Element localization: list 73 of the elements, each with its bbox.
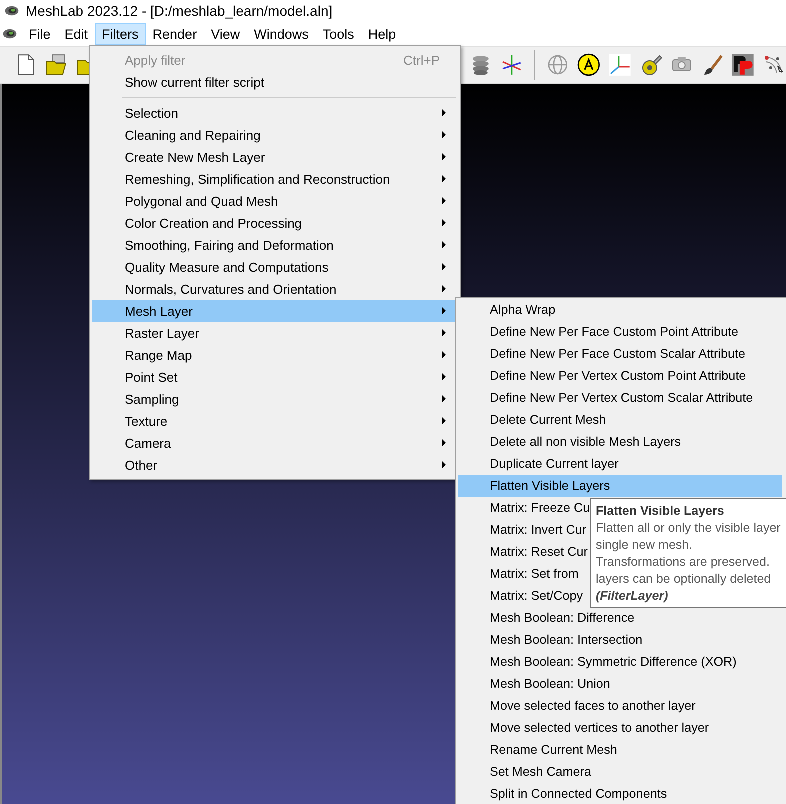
tooltip-text: layers can be optionally deleted (596, 571, 772, 588)
menu-bar-item[interactable]: Edit (58, 23, 96, 45)
menu-bar-item[interactable]: Filters (95, 23, 146, 45)
menu-item[interactable]: Mesh Boolean: Symmetric Difference (XOR) (458, 651, 782, 673)
submenu-arrow-icon (442, 153, 446, 161)
submenu-arrow-icon (442, 109, 446, 117)
submenu-arrow-icon (442, 417, 446, 425)
tooltip-footer: (FilterLayer) (596, 588, 786, 605)
menu-item[interactable]: Selection (92, 102, 458, 124)
circle-icon[interactable] (577, 53, 602, 77)
axes-icon[interactable] (608, 53, 632, 77)
menu-item[interactable]: Quality Measure and Computations (92, 256, 458, 278)
menu-item[interactable]: Mesh Boolean: Difference (458, 607, 782, 629)
submenu-arrow-icon (442, 219, 446, 227)
menu-item[interactable]: Other (92, 454, 458, 476)
menu-item[interactable]: Remeshing, Simplification and Reconstruction (92, 168, 458, 190)
menu-item[interactable]: Raster Layer (92, 322, 458, 344)
menu-item[interactable]: Define New Per Face Custom Point Attribute (458, 321, 782, 343)
menu-item[interactable]: Move selected vertices to another layer (458, 717, 782, 739)
menu-bar-item[interactable]: Render (146, 23, 204, 45)
menu-item[interactable]: Sampling (92, 388, 458, 410)
menu-item[interactable]: Define New Per Face Custom Scalar Attribute (458, 343, 782, 365)
submenu-arrow-icon (442, 197, 446, 205)
folder-stack-icon[interactable] (44, 53, 69, 77)
submenu-arrow-icon (442, 439, 446, 447)
menu-bar-item[interactable]: File (22, 23, 58, 45)
menu-item[interactable]: Texture (92, 410, 458, 432)
menu-item[interactable]: Color Creation and Processing (92, 212, 458, 234)
menu-item[interactable]: Show current filter script (92, 71, 458, 93)
menu-bar-item[interactable]: Windows (247, 23, 316, 45)
submenu-arrow-icon (442, 285, 446, 293)
tooltip-text: Transformations are preserved. (596, 554, 771, 571)
submenu-arrow-icon (442, 263, 446, 271)
menu-bar-item[interactable]: Help (361, 23, 404, 45)
tooltip-text: Flatten all or only the visible layer (596, 520, 782, 537)
submenu-arrow-icon (442, 307, 446, 315)
menu-item[interactable]: Split in Connected Components (458, 783, 782, 804)
submenu-arrow-icon (442, 373, 446, 381)
menu-item[interactable]: Smoothing, Fairing and Deformation (92, 234, 458, 256)
tooltip-title: Flatten Visible Layers (596, 503, 726, 520)
menu-item[interactable]: Rename Current Mesh (458, 739, 782, 761)
menu-item[interactable]: Camera (92, 432, 458, 454)
pp-logo-icon[interactable] (731, 53, 756, 77)
shortcut-label: Ctrl+P (404, 52, 440, 68)
submenu-arrow-icon (442, 131, 446, 139)
menu-item[interactable]: Mesh Boolean: Union (458, 673, 782, 695)
menu-item[interactable]: Range Map (92, 344, 458, 366)
tooltip-text: single new mesh. (596, 537, 694, 554)
submenu-arrow-icon (442, 329, 446, 337)
menu-item[interactable]: Move selected faces to another layer (458, 695, 782, 717)
menu-item[interactable]: Mesh Layer (92, 300, 458, 322)
submenu-arrow-icon (442, 175, 446, 183)
menu-item[interactable]: Alpha Wrap (458, 299, 782, 321)
menu-item[interactable]: Delete Current Mesh (458, 409, 782, 431)
menu-item[interactable]: Duplicate Current layer (458, 453, 782, 475)
submenu-arrow-icon (442, 241, 446, 249)
menu-item[interactable]: Normals, Curvatures and Orientation (92, 278, 458, 300)
menu-bar-item[interactable]: Tools (316, 23, 362, 45)
submenu-arrow-icon (442, 395, 446, 403)
menu-item[interactable]: Polygonal and Quad Mesh (92, 190, 458, 212)
menu-item[interactable]: Delete all non visible Mesh Layers (458, 431, 782, 453)
menu-item[interactable]: Flatten Visible Layers (458, 475, 782, 497)
menu-item[interactable]: Cleaning and Repairing (92, 124, 458, 146)
menu-item[interactable]: Create New Mesh Layer (92, 146, 458, 168)
submenu-arrow-icon (442, 351, 446, 359)
menu-item[interactable]: Define New Per Vertex Custom Scalar Attribute (458, 387, 782, 409)
menu-item[interactable]: Set Mesh Camera (458, 761, 782, 783)
menu-item[interactable]: Define New Per Vertex Custom Point Attribute (458, 365, 782, 387)
menu-item[interactable]: Point Set (92, 366, 458, 388)
submenu-arrow-icon (442, 461, 446, 469)
menu-item[interactable]: Mesh Boolean: Intersection (458, 629, 782, 651)
window-title: MeshLab 2023.12 - [D:/meshlab_learn/model.aln] (26, 3, 333, 19)
menu-bar-item[interactable]: View (204, 23, 248, 45)
